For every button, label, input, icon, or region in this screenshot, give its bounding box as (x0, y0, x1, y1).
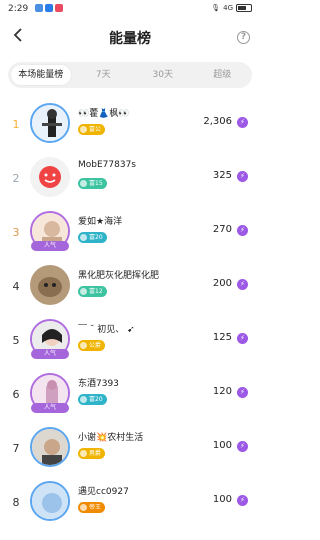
level-badge: 富15 (78, 178, 107, 189)
avatar[interactable] (30, 103, 70, 143)
status-time: 2:29 (8, 4, 29, 14)
energy-score: 2,306 (203, 116, 232, 127)
energy-score: 100 (212, 440, 232, 451)
level-badge: 男爵 (78, 448, 106, 459)
gem-icon (80, 180, 87, 187)
energy-icon: ⚡ (237, 387, 248, 398)
header: 能量榜 ? (0, 22, 260, 54)
rank-number: 3 (12, 226, 20, 239)
user-name: 东酒7393 (78, 379, 119, 389)
level-badge: 富公 (78, 124, 106, 135)
energy-icon: ⚡ (237, 117, 248, 128)
energy-icon: ⚡ (237, 225, 248, 236)
status-bar: 2:29 🎙 4G (0, 0, 260, 20)
level-badge: 公爵 (78, 340, 106, 351)
leaderboard-row[interactable]: 1 👀藿👗枫👀 富公 2,306 ⚡ (0, 98, 260, 152)
rank-number: 8 (12, 496, 20, 509)
leaderboard-row[interactable]: 4 黑化肥灰化肥挥化肥 富12 200 ⚡ (0, 260, 260, 314)
avatar[interactable] (30, 265, 70, 305)
user-name: ﹋ ˘ 初见、 ➹ (78, 325, 135, 335)
avatar[interactable] (30, 481, 70, 521)
app-notification-icon (35, 4, 43, 12)
leaderboard-row[interactable]: 2 MobE77837s 富15 325 ⚡ (0, 152, 260, 206)
tab-30-days[interactable]: 30天 (133, 62, 193, 88)
energy-icon: ⚡ (237, 333, 248, 344)
gem-icon (80, 234, 87, 241)
popularity-frame-label: 人气 (31, 403, 69, 413)
level-badge: 富20 (78, 394, 107, 405)
mic-icon: 🎙 (211, 4, 221, 12)
energy-icon: ⚡ (237, 441, 248, 452)
energy-icon: ⚡ (237, 171, 248, 182)
leaderboard-row[interactable]: 5 人气 ﹋ ˘ 初见、 ➹ 公爵 125 ⚡ (0, 314, 260, 368)
energy-score: 125 (212, 332, 232, 343)
energy-score: 200 (212, 278, 232, 289)
rank-number: 2 (12, 172, 20, 185)
avatar[interactable] (30, 157, 70, 197)
leaderboard-row[interactable]: 7 小谢💥农村生活 男爵 100 ⚡ (0, 422, 260, 476)
energy-score: 325 (212, 170, 232, 181)
leaderboard-list: 1 👀藿👗枫👀 富公 2,306 ⚡ 2 MobE77837s 富15 325 … (0, 98, 260, 530)
user-name: 黑化肥灰化肥挥化肥 (78, 271, 160, 281)
user-name: 爱如★海洋 (78, 217, 123, 227)
app-notification-icon (55, 4, 63, 12)
tab-7-days[interactable]: 7天 (74, 62, 134, 88)
battery-icon (236, 4, 252, 12)
level-badge: 富20 (78, 232, 107, 243)
energy-icon: ⚡ (237, 495, 248, 506)
popularity-frame-label: 人气 (31, 241, 69, 251)
gem-icon (80, 288, 87, 295)
crown-icon (80, 450, 87, 457)
avatar[interactable] (30, 427, 70, 467)
leaderboard-row[interactable]: 8 遇见cc0927 帝王 100 ⚡ (0, 476, 260, 530)
user-name: MobE77837s (78, 160, 136, 170)
crown-icon (80, 342, 87, 349)
energy-score: 100 (212, 494, 232, 505)
help-icon[interactable]: ? (237, 31, 250, 44)
leaderboard-row[interactable]: 3 人气 爱如★海洋 富20 270 ⚡ (0, 206, 260, 260)
signal-text: 4G (223, 4, 233, 12)
tab-this-session[interactable]: 本场能量榜 (11, 65, 71, 85)
status-indicators: 🎙 4G (211, 4, 252, 12)
rank-number: 7 (12, 442, 20, 455)
rank-number: 6 (12, 388, 20, 401)
app-notification-icon (45, 4, 53, 12)
rank-number: 5 (12, 334, 20, 347)
level-badge: 帝王 (78, 502, 106, 513)
crown-icon (80, 126, 87, 133)
popularity-frame-label: 人气 (31, 349, 69, 359)
user-name: 👀藿👗枫👀 (78, 109, 130, 119)
status-app-icons (35, 4, 63, 12)
energy-score: 270 (212, 224, 232, 235)
level-badge: 富12 (78, 286, 107, 297)
leaderboard-row[interactable]: 6 人气 东酒7393 富20 120 ⚡ (0, 368, 260, 422)
rank-number: 1 (12, 118, 20, 131)
energy-score: 120 (212, 386, 232, 397)
page-title: 能量榜 (109, 31, 151, 47)
user-name: 小谢💥农村生活 (78, 433, 144, 443)
crown-icon (80, 504, 87, 511)
tab-super[interactable]: 超级 (193, 62, 253, 88)
rank-number: 4 (12, 280, 20, 293)
energy-icon: ⚡ (237, 279, 248, 290)
gem-icon (80, 396, 87, 403)
user-name: 遇见cc0927 (78, 487, 129, 497)
period-tabs: 本场能量榜 7天 30天 超级 (8, 62, 252, 88)
